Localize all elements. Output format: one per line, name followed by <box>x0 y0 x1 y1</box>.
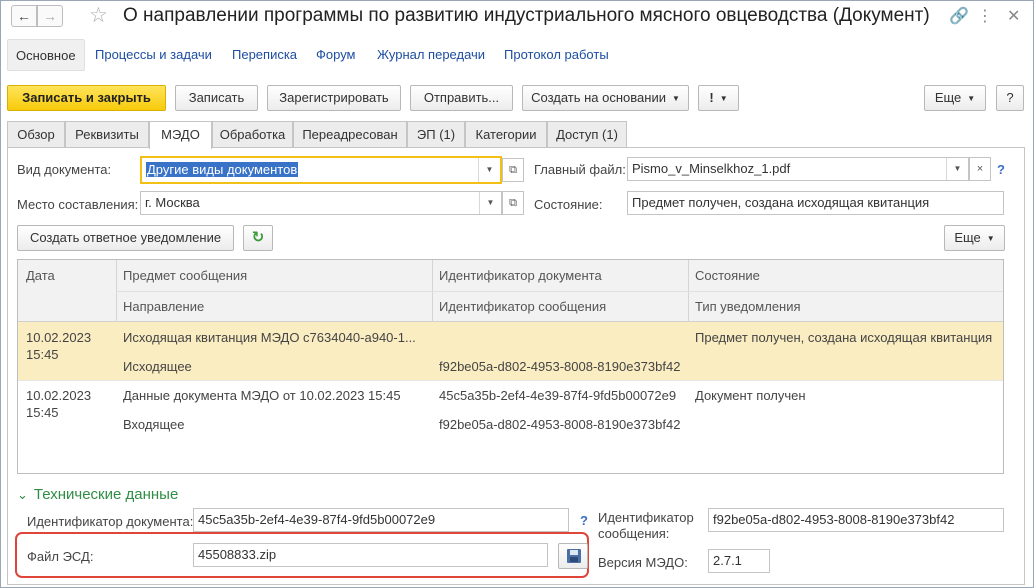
state-label: Состояние: <box>534 197 603 212</box>
save-and-close-button[interactable]: Записать и закрыть <box>7 85 166 111</box>
link-icon[interactable]: 🔗 <box>949 6 969 26</box>
tech-doc-id-help-icon[interactable]: ? <box>580 513 588 528</box>
table-more-label: Еще <box>954 230 981 245</box>
main-file-help-icon[interactable]: ? <box>997 162 1005 177</box>
tech-data-group-title: Технические данные <box>33 486 179 503</box>
section-main[interactable]: Основное <box>7 39 85 71</box>
tech-msg-id-label-line1: Идентификатор <box>598 510 694 525</box>
tab-signature[interactable]: ЭП (1) <box>407 121 465 148</box>
more-button[interactable]: Еще ▼ <box>924 85 986 111</box>
row-state: Предмет получен, создана исходящая квита… <box>695 330 993 345</box>
table-row[interactable]: 10.02.2023 15:45 Исходящая квитанция МЭД… <box>18 322 1003 380</box>
tech-msg-id-label-line2: сообщения: <box>598 526 670 541</box>
favorite-star-icon[interactable]: ☆ <box>89 3 108 28</box>
help-button[interactable]: ? <box>996 85 1024 111</box>
row-time: 15:45 <box>26 347 59 362</box>
row-date: 10.02.2023 <box>26 330 92 345</box>
row-state: Документ получен <box>695 388 806 403</box>
tab-categories[interactable]: Категории <box>465 121 547 148</box>
create-reply-notice-button[interactable]: Создать ответное уведомление <box>17 225 234 251</box>
esd-file-label: Файл ЭСД: <box>27 549 94 564</box>
section-transfer-log[interactable]: Журнал передачи <box>377 39 485 71</box>
send-button[interactable]: Отправить... <box>410 85 513 111</box>
section-processes[interactable]: Процессы и задачи <box>95 39 212 71</box>
row-subject: Данные документа МЭДО от 10.02.2023 15:4… <box>123 388 401 403</box>
chevron-down-icon[interactable]: ▼ <box>478 158 500 182</box>
doc-type-label: Вид документа: <box>17 162 112 177</box>
more-vertical-icon[interactable]: ⋮ <box>977 6 993 26</box>
open-icon[interactable]: ⧉ <box>502 158 524 182</box>
row-time: 15:45 <box>26 405 59 420</box>
refresh-icon[interactable]: ↻ <box>243 225 273 251</box>
row-subject: Исходящая квитанция МЭДО с7634040-a940-1… <box>123 330 416 345</box>
importance-button[interactable]: ! ▼ <box>698 85 739 111</box>
esd-file-field[interactable]: 45508833.zip <box>193 543 548 567</box>
row-date: 10.02.2023 <box>26 388 92 403</box>
place-label: Место составления: <box>17 197 139 212</box>
tab-medo[interactable]: МЭДО <box>149 121 212 149</box>
place-value: г. Москва <box>145 195 200 210</box>
table-header: Дата Предмет сообщения Идентификатор док… <box>18 260 1003 322</box>
main-file-field[interactable]: Pismo_v_Minselkhoz_1.pdf ▼ <box>627 157 969 181</box>
header-msg-id[interactable]: Идентификатор сообщения <box>439 299 606 314</box>
create-based-on-button[interactable]: Создать на основании ▼ <box>522 85 689 111</box>
tab-processing[interactable]: Обработка <box>212 121 293 148</box>
tab-access[interactable]: Доступ (1) <box>547 121 627 148</box>
header-subject[interactable]: Предмет сообщения <box>123 268 247 283</box>
header-date[interactable]: Дата <box>26 268 55 283</box>
chevron-down-icon: ▼ <box>986 233 995 243</box>
more-label: Еще <box>934 90 962 105</box>
medo-version-label: Версия МЭДО: <box>598 555 688 570</box>
chevron-down-icon[interactable]: ▼ <box>479 192 501 214</box>
document-window: ← → ☆ О направлении программы по развити… <box>0 0 1034 588</box>
tech-data-group-toggle[interactable]: ⌄ Технические данные <box>17 486 178 503</box>
place-field[interactable]: г. Москва ▼ <box>140 191 502 215</box>
tech-msg-id-field[interactable]: f92be05a-d802-4953-8008-8190e373bf42 <box>708 508 1004 532</box>
table-more-button[interactable]: Еще ▼ <box>944 225 1005 251</box>
row-msg-id: f92be05a-d802-4953-8008-8190e373bf42 <box>439 359 681 374</box>
open-icon[interactable]: ⧉ <box>502 191 524 215</box>
header-doc-id[interactable]: Идентификатор документа <box>439 268 602 283</box>
clear-icon[interactable]: × <box>969 157 991 181</box>
title-bar: ← → ☆ О направлении программы по развити… <box>1 1 1033 33</box>
save-button[interactable]: Записать <box>175 85 258 111</box>
row-msg-id: f92be05a-d802-4953-8008-8190e373bf42 <box>439 417 681 432</box>
section-correspondence[interactable]: Переписка <box>232 39 297 71</box>
main-file-value: Pismo_v_Minselkhoz_1.pdf <box>632 161 791 176</box>
chevron-down-icon: ▼ <box>719 93 728 103</box>
table-row[interactable]: 10.02.2023 15:45 Данные документа МЭДО о… <box>18 381 1003 439</box>
chevron-down-icon: ▼ <box>671 93 680 103</box>
tab-redirected[interactable]: Переадресован <box>293 121 407 148</box>
chevron-down-icon: ▼ <box>967 93 976 103</box>
doc-type-value: Другие виды документов <box>146 162 299 177</box>
forward-arrow-icon[interactable]: → <box>37 5 63 27</box>
header-state[interactable]: Состояние <box>695 268 760 283</box>
chevron-down-icon[interactable]: ▼ <box>946 158 968 180</box>
header-direction[interactable]: Направление <box>123 299 204 314</box>
doc-type-field[interactable]: Другие виды документов ▼ <box>140 156 502 184</box>
close-icon[interactable]: ✕ <box>1007 6 1020 26</box>
back-arrow-icon[interactable]: ← <box>11 5 37 27</box>
tech-doc-id-label: Идентификатор документа: <box>27 514 194 529</box>
state-field: Предмет получен, создана исходящая квита… <box>627 191 1004 215</box>
header-notice-type[interactable]: Тип уведомления <box>695 299 801 314</box>
register-button[interactable]: Зарегистрировать <box>267 85 401 111</box>
window-title: О направлении программы по развитию инду… <box>123 5 930 26</box>
medo-version-field[interactable]: 2.7.1 <box>708 549 770 573</box>
section-forum[interactable]: Форум <box>316 39 356 71</box>
medo-messages-table: Дата Предмет сообщения Идентификатор док… <box>17 259 1004 474</box>
main-file-label: Главный файл: <box>534 162 626 177</box>
save-file-icon[interactable] <box>558 543 588 569</box>
row-doc-id: 45c5a35b-2ef4-4e39-87f4-9fd5b00072e9 <box>439 388 677 403</box>
tab-requisites[interactable]: Реквизиты <box>65 121 149 148</box>
create-based-on-label: Создать на основании <box>531 90 666 105</box>
section-work-log[interactable]: Протокол работы <box>504 39 609 71</box>
row-direction: Исходящее <box>123 359 192 374</box>
tab-overview[interactable]: Обзор <box>7 121 65 148</box>
row-direction: Входящее <box>123 417 185 432</box>
tech-doc-id-field[interactable]: 45c5a35b-2ef4-4e39-87f4-9fd5b00072e9 <box>193 508 569 532</box>
importance-mark: ! <box>709 90 714 105</box>
chevron-down-icon: ⌄ <box>17 487 28 502</box>
